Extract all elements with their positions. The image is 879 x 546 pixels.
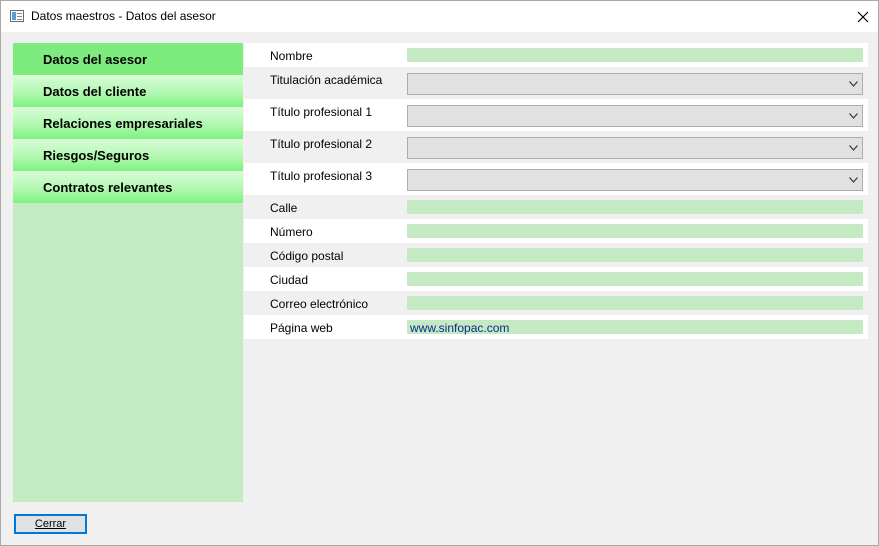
codigo-postal-label: Código postal <box>270 249 344 263</box>
app-window-icon <box>10 10 24 22</box>
titulo-1-label: Título profesional 1 <box>270 105 373 119</box>
numero-field[interactable] <box>407 224 863 238</box>
correo-field[interactable] <box>407 296 863 310</box>
form-row-correo: Correo electrónico <box>244 291 868 315</box>
close-icon <box>857 11 869 22</box>
calle-label: Calle <box>270 201 298 215</box>
form-row-calle: Calle <box>244 195 868 219</box>
form-row-titulo-1: Título profesional 1 <box>244 99 868 131</box>
codigo-postal-field[interactable] <box>407 248 863 262</box>
titulo-2-select[interactable] <box>407 137 863 159</box>
form-row-nombre: Nombre <box>244 43 868 67</box>
dialog-window: Datos maestros - Datos del asesor Datos … <box>0 0 879 546</box>
pagina-web-label: Página web <box>270 321 333 335</box>
nav-item-riesgos-seguros[interactable]: Riesgos/Seguros <box>13 139 243 171</box>
numero-label: Número <box>270 225 313 239</box>
nav-item-label: Riesgos/Seguros <box>43 147 150 163</box>
advisor-form: Nombre Titulación académica Título profe… <box>244 43 868 339</box>
chevron-down-icon <box>849 81 858 87</box>
form-row-titulo-2: Título profesional 2 <box>244 131 868 163</box>
cerrar-button-label: Cerrar <box>34 518 67 530</box>
cerrar-button[interactable]: Cerrar <box>14 514 87 534</box>
nav-item-label: Datos del cliente <box>43 83 147 99</box>
chevron-down-icon <box>849 145 858 151</box>
title-bar: Datos maestros - Datos del asesor <box>1 1 878 32</box>
nav-item-datos-asesor[interactable]: Datos del asesor <box>13 43 243 75</box>
nav-item-label: Contratos relevantes <box>43 179 173 195</box>
nav-item-datos-cliente[interactable]: Datos del cliente <box>13 75 243 107</box>
titulo-2-label: Título profesional 2 <box>270 137 373 151</box>
nombre-label: Nombre <box>270 49 313 63</box>
titulo-1-select[interactable] <box>407 105 863 127</box>
nav-item-label: Relaciones empresariales <box>43 115 203 131</box>
form-row-pagina-web: Página web www.sinfopac.com <box>244 315 868 339</box>
close-window-button[interactable] <box>848 1 878 32</box>
nav-item-relaciones-empresariales[interactable]: Relaciones empresariales <box>13 107 243 139</box>
nombre-field[interactable] <box>407 48 863 62</box>
form-row-titulacion: Titulación académica <box>244 67 868 99</box>
nav-item-label: Datos del asesor <box>43 51 148 67</box>
chevron-down-icon <box>849 177 858 183</box>
ciudad-label: Ciudad <box>270 273 309 287</box>
correo-label: Correo electrónico <box>270 297 369 311</box>
pagina-web-value: www.sinfopac.com <box>410 321 510 335</box>
titulo-3-label: Título profesional 3 <box>270 169 373 183</box>
titulo-3-select[interactable] <box>407 169 863 191</box>
form-row-ciudad: Ciudad <box>244 267 868 291</box>
chevron-down-icon <box>849 113 858 119</box>
titulacion-select[interactable] <box>407 73 863 95</box>
titulacion-label: Titulación académica <box>270 73 383 87</box>
ciudad-field[interactable] <box>407 272 863 286</box>
section-nav: Datos del asesor Datos del cliente Relac… <box>13 43 243 502</box>
form-row-titulo-3: Título profesional 3 <box>244 163 868 195</box>
calle-field[interactable] <box>407 200 863 214</box>
window-title: Datos maestros - Datos del asesor <box>31 9 216 23</box>
nav-item-contratos-relevantes[interactable]: Contratos relevantes <box>13 171 243 203</box>
form-row-numero: Número <box>244 219 868 243</box>
form-row-codigo-postal: Código postal <box>244 243 868 267</box>
